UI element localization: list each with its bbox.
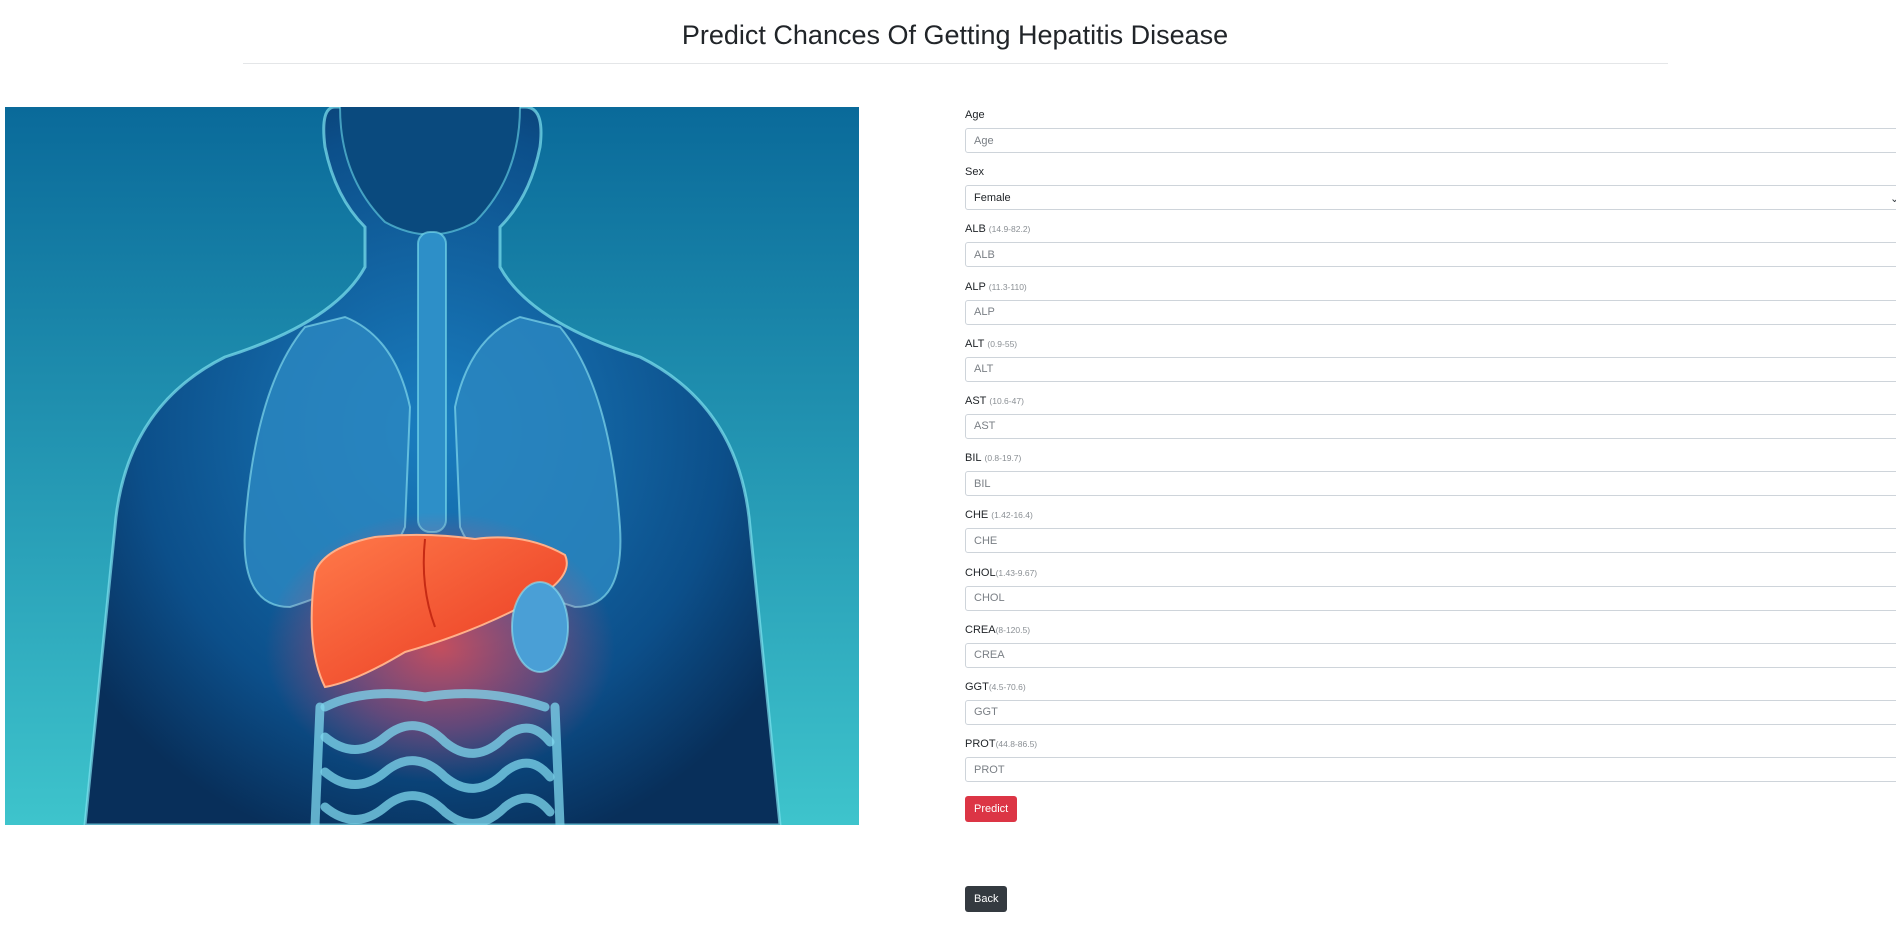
prot-range: (44.8-86.5) xyxy=(995,739,1038,750)
chol-input[interactable] xyxy=(965,585,1896,611)
crea-label: CREA xyxy=(965,623,996,636)
field-prot: PROT(44.8-86.5) xyxy=(965,736,1896,793)
alp-label: ALP xyxy=(965,280,986,293)
field-alp: ALP (11.3-110) xyxy=(965,279,1896,336)
field-crea: CREA(8-120.5) xyxy=(965,622,1896,679)
sex-select[interactable]: Female ⌄ xyxy=(965,185,1896,211)
ast-range: (10.6-47) xyxy=(989,395,1024,406)
ast-label: AST xyxy=(965,394,987,407)
alb-range: (14.9-82.2) xyxy=(988,224,1031,235)
alp-input[interactable] xyxy=(965,299,1896,325)
back-button[interactable]: Back xyxy=(965,886,1008,912)
sex-selected-value: Female xyxy=(974,191,1011,204)
ggt-label: GGT xyxy=(965,680,989,693)
ggt-range: (4.5-70.6) xyxy=(988,681,1026,692)
field-chol: CHOL(1.43-9.67) xyxy=(965,565,1896,622)
alt-range: (0.9-55) xyxy=(987,338,1018,349)
field-age: Age xyxy=(965,107,1896,164)
bil-input[interactable] xyxy=(965,471,1896,497)
che-label: CHE xyxy=(965,509,989,522)
alt-input[interactable] xyxy=(965,356,1896,382)
chol-label: CHOL xyxy=(965,566,996,579)
crea-range: (8-120.5) xyxy=(995,624,1031,635)
chevron-down-icon: ⌄ xyxy=(1890,193,1896,206)
field-bil: BIL (0.8-19.7) xyxy=(965,450,1896,507)
anatomy-liver-illustration xyxy=(5,107,859,825)
ggt-input[interactable] xyxy=(965,699,1896,725)
field-sex: Sex Female ⌄ xyxy=(965,164,1896,221)
age-label: Age xyxy=(965,109,985,121)
prot-label: PROT xyxy=(965,738,996,751)
ast-input[interactable] xyxy=(965,413,1896,439)
predict-button[interactable]: Predict xyxy=(965,796,1018,822)
alt-label: ALT xyxy=(965,337,985,350)
field-ggt: GGT(4.5-70.6) xyxy=(965,679,1896,736)
che-range: (1.42-16.4) xyxy=(991,510,1033,521)
bil-range: (0.8-19.7) xyxy=(984,453,1022,464)
page-title: Predict Chances Of Getting Hepatitis Dis… xyxy=(681,20,1229,50)
alb-input[interactable] xyxy=(965,242,1896,268)
prediction-form: Age Sex Female ⌄ ALB(14.9-82.2) ALP(11.3… xyxy=(965,107,1896,793)
bil-label: BIL xyxy=(965,452,982,465)
field-ast: AST (10.6-47) xyxy=(965,393,1896,450)
field-alt: ALT (0.9-55) xyxy=(965,336,1896,393)
chol-range: (1.43-9.67) xyxy=(995,567,1038,578)
alb-label: ALB xyxy=(965,223,986,236)
title-divider xyxy=(243,63,1668,64)
field-alb: ALB (14.9-82.2) xyxy=(965,221,1896,278)
alp-range: (11.3-110) xyxy=(988,281,1027,292)
che-input[interactable] xyxy=(965,528,1896,554)
crea-input[interactable] xyxy=(965,642,1896,668)
prot-input[interactable] xyxy=(965,757,1896,783)
sex-label: Sex xyxy=(965,166,984,179)
age-input[interactable] xyxy=(965,128,1896,153)
field-che: CHE (1.42-16.4) xyxy=(965,507,1896,564)
